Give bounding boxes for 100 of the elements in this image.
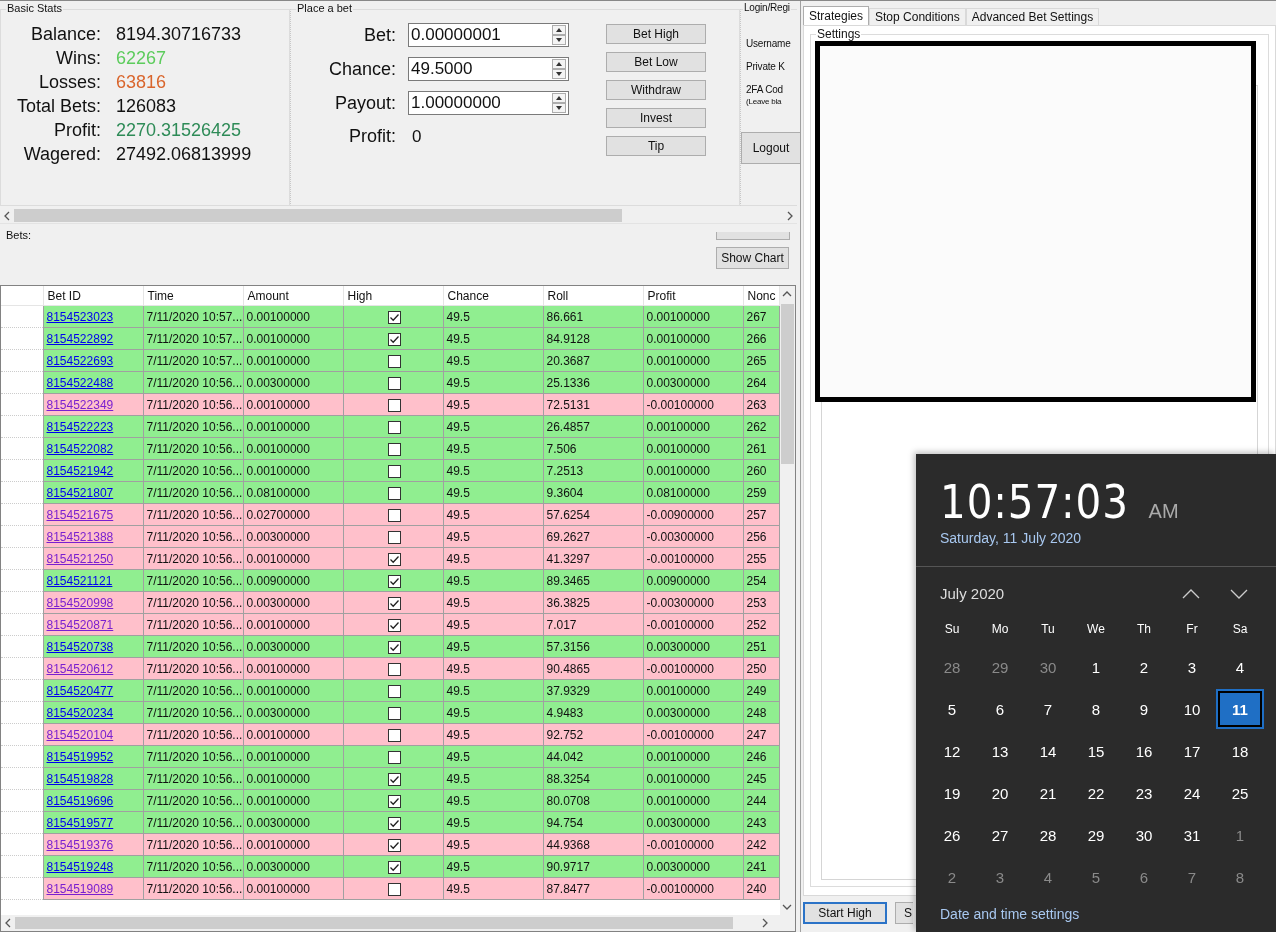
calendar-day[interactable]: 8 bbox=[1074, 691, 1118, 727]
column-header[interactable]: Roll bbox=[543, 286, 643, 306]
scroll-thumb[interactable] bbox=[14, 209, 622, 222]
scroll-right-icon[interactable] bbox=[761, 918, 769, 928]
calendar-day[interactable]: 1 bbox=[1218, 817, 1262, 853]
checkbox[interactable] bbox=[388, 310, 401, 324]
calendar-day[interactable]: 30 bbox=[1122, 817, 1166, 853]
calendar-day[interactable]: 14 bbox=[1026, 733, 1070, 769]
calendar-day[interactable]: 24 bbox=[1170, 775, 1214, 811]
bet-id-link[interactable]: 8154522892 bbox=[46, 331, 114, 346]
bet-id-link[interactable]: 8154519577 bbox=[46, 815, 114, 830]
bet-id-link[interactable]: 8154522082 bbox=[46, 441, 114, 456]
start-button[interactable]: S bbox=[895, 902, 913, 924]
calendar-day[interactable]: 5 bbox=[930, 691, 974, 727]
bet-id-link[interactable]: 8154519696 bbox=[46, 793, 114, 808]
bet-id-link[interactable]: 8154521388 bbox=[46, 529, 114, 544]
scroll-right-icon[interactable] bbox=[786, 210, 794, 221]
checkbox[interactable] bbox=[388, 596, 401, 610]
tab[interactable]: Stop Conditions bbox=[869, 8, 966, 25]
calendar-day[interactable]: 28 bbox=[930, 649, 974, 685]
scroll-left-icon[interactable] bbox=[4, 918, 12, 928]
calendar-day[interactable]: 26 bbox=[930, 817, 974, 853]
bet-id-link[interactable]: 8154521807 bbox=[46, 485, 114, 500]
bet-id-link[interactable]: 8154522488 bbox=[46, 375, 114, 390]
checkbox[interactable] bbox=[388, 772, 401, 786]
column-header[interactable]: Amount bbox=[243, 286, 343, 306]
calendar-day[interactable]: 29 bbox=[978, 649, 1022, 685]
calendar-day[interactable]: 23 bbox=[1122, 775, 1166, 811]
calendar-day[interactable]: 28 bbox=[1026, 817, 1070, 853]
bet-id-link[interactable]: 8154519828 bbox=[46, 771, 114, 786]
action-button[interactable]: Bet High bbox=[606, 24, 706, 44]
checkbox[interactable] bbox=[388, 398, 401, 412]
checkbox[interactable] bbox=[388, 794, 401, 808]
checkbox[interactable] bbox=[388, 816, 401, 830]
spinner-arrows-icon[interactable] bbox=[552, 93, 566, 113]
calendar-day[interactable]: 6 bbox=[978, 691, 1022, 727]
calendar-day[interactable]: 19 bbox=[930, 775, 974, 811]
scroll-down-icon[interactable] bbox=[782, 903, 793, 911]
calendar-day[interactable]: 31 bbox=[1170, 817, 1214, 853]
calendar-day[interactable]: 2 bbox=[1122, 649, 1166, 685]
bet-id-link[interactable]: 8154520998 bbox=[46, 595, 114, 610]
bet-id-link[interactable]: 8154519376 bbox=[46, 837, 114, 852]
calendar-day[interactable]: 21 bbox=[1026, 775, 1070, 811]
bet-id-link[interactable]: 8154520871 bbox=[46, 617, 114, 632]
column-header[interactable]: High bbox=[343, 286, 443, 306]
start-button[interactable]: Start High bbox=[803, 902, 887, 924]
checkbox[interactable] bbox=[388, 618, 401, 632]
show-chart-button[interactable]: Show Chart bbox=[716, 247, 789, 269]
settings-link[interactable]: Date and time settings bbox=[940, 906, 1276, 922]
action-button[interactable]: Tip bbox=[606, 136, 706, 156]
calendar-day[interactable]: 4 bbox=[1218, 649, 1262, 685]
calendar-day[interactable]: 10 bbox=[1170, 691, 1214, 727]
scroll-thumb[interactable] bbox=[15, 917, 733, 929]
calendar-day[interactable]: 16 bbox=[1122, 733, 1166, 769]
calendar-day[interactable]: 3 bbox=[1170, 649, 1214, 685]
logout-button[interactable]: Logout bbox=[741, 132, 801, 164]
checkbox[interactable] bbox=[388, 574, 401, 588]
checkbox[interactable] bbox=[388, 442, 401, 456]
bet-id-link[interactable]: 8154521250 bbox=[46, 551, 114, 566]
bet-id-link[interactable]: 8154521942 bbox=[46, 463, 114, 478]
calendar-day[interactable]: 2 bbox=[930, 859, 974, 895]
checkbox[interactable] bbox=[388, 750, 401, 764]
column-header[interactable]: Time bbox=[143, 286, 243, 306]
checkbox[interactable] bbox=[388, 860, 401, 874]
calendar-day[interactable]: 5 bbox=[1074, 859, 1118, 895]
column-header[interactable]: Bet ID bbox=[43, 286, 143, 306]
calendar-day[interactable]: 13 bbox=[978, 733, 1022, 769]
chevron-up-icon[interactable] bbox=[1182, 588, 1200, 599]
checkbox[interactable] bbox=[388, 662, 401, 676]
bet-id-link[interactable]: 8154519089 bbox=[46, 881, 114, 896]
calendar-day[interactable]: 20 bbox=[978, 775, 1022, 811]
bet-id-link[interactable]: 8154522349 bbox=[46, 397, 114, 412]
bet-id-link[interactable]: 8154520234 bbox=[46, 705, 114, 720]
calendar-day[interactable]: 7 bbox=[1170, 859, 1214, 895]
checkbox[interactable] bbox=[388, 882, 401, 896]
calendar-day[interactable]: 12 bbox=[930, 733, 974, 769]
column-header[interactable]: Profit bbox=[643, 286, 743, 306]
calendar-day[interactable]: 7 bbox=[1026, 691, 1070, 727]
column-header[interactable]: Chance bbox=[443, 286, 543, 306]
calendar-day[interactable]: 27 bbox=[978, 817, 1022, 853]
checkbox[interactable] bbox=[388, 706, 401, 720]
number-field[interactable]: 1.00000000 bbox=[408, 91, 569, 115]
bet-id-link[interactable]: 8154520477 bbox=[46, 683, 114, 698]
bet-id-link[interactable]: 8154523023 bbox=[46, 309, 114, 324]
spinner-arrows-icon[interactable] bbox=[552, 59, 566, 79]
calendar-day[interactable]: 3 bbox=[978, 859, 1022, 895]
calendar-day[interactable]: 25 bbox=[1218, 775, 1262, 811]
checkbox[interactable] bbox=[388, 376, 401, 390]
checkbox[interactable] bbox=[388, 838, 401, 852]
bet-id-link[interactable]: 8154522223 bbox=[46, 419, 114, 434]
calendar-day[interactable]: 18 bbox=[1218, 733, 1262, 769]
checkbox[interactable] bbox=[388, 508, 401, 522]
checkbox[interactable] bbox=[388, 552, 401, 566]
action-button[interactable]: Withdraw bbox=[606, 80, 706, 100]
checkbox[interactable] bbox=[388, 420, 401, 434]
calendar-day[interactable]: 4 bbox=[1026, 859, 1070, 895]
calendar-day[interactable]: 29 bbox=[1074, 817, 1118, 853]
bet-id-link[interactable]: 8154519952 bbox=[46, 749, 114, 764]
calendar-day[interactable]: 6 bbox=[1122, 859, 1166, 895]
checkbox[interactable] bbox=[388, 332, 401, 346]
